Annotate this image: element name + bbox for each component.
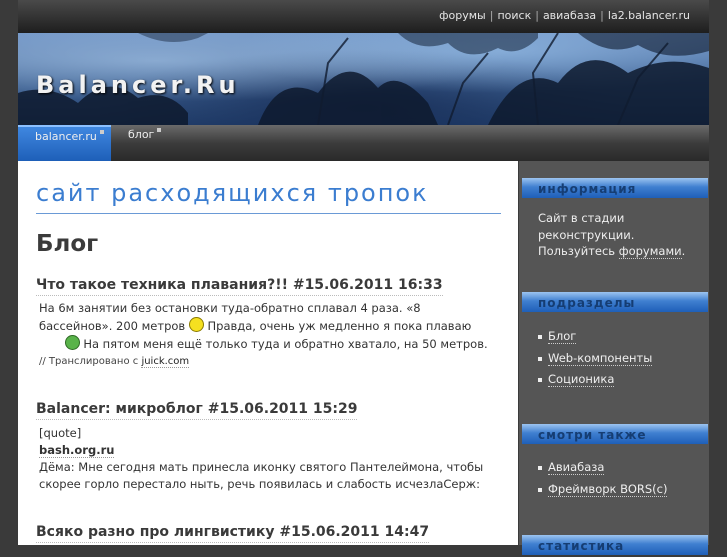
nav-item-blog[interactable]: блог [111,125,162,161]
post-title-link[interactable]: Что такое техника плавания?!! #15.06.201… [36,277,443,296]
nav-item-label: balancer.ru [35,130,97,143]
sidebar-item: Web-компоненты [538,350,698,367]
sidebar-heading-see-also: смотри также [522,424,708,444]
smiley-icon [188,317,204,332]
sidebar-heading-stats: статистика [522,535,708,555]
sidebar-item: Авиабаза [538,459,698,476]
site-title[interactable]: Balancer.Ru [36,71,240,99]
laughing-smiley-icon [64,335,80,350]
nav-item-label: блог [128,128,155,141]
post-text: Дёма: Мне сегодня мать принесла иконку с… [39,460,484,491]
sidebar-see-also: Авиабаза Фреймворк BORS(c) [538,459,698,502]
sidebar-link-blog[interactable]: Блог [548,329,577,344]
sidebar-link-socionics[interactable]: Соционика [548,372,615,387]
sidebar-heading-info: информация [522,178,708,198]
separator: | [535,9,539,22]
header-banner: Balancer.Ru [18,33,709,125]
sidebar: информация Сайт в стадии реконструкции. … [519,161,709,555]
sidebar-item: Соционика [538,371,698,388]
sidebar-sections: Блог Web-компоненты Соционика [538,328,698,393]
page-edge [709,0,727,545]
forums-link[interactable]: форумами [618,244,682,259]
main-nav: balancer.ru блог [18,125,709,161]
sidebar-heading-sections: подразделы [522,292,708,312]
post-title-link[interactable]: Всяко разно про лингвистику #15.06.2011 … [36,524,430,543]
sidebar-link-web-components[interactable]: Web-компоненты [548,350,653,366]
page-title: Блог [36,231,99,257]
separator: | [600,9,604,22]
post-meta: // Транслировано с juick.com [39,353,494,370]
top-link-la2[interactable]: la2.balancer.ru [608,9,690,22]
bullet-icon [99,130,104,134]
top-bar: форумы | поиск | авиабаза | la2.balancer.ru [18,0,709,33]
main-content: сайт расходящихся тропок Блог Что такое … [18,161,518,545]
meta-prefix: // Транслировано с [39,356,142,367]
source-link[interactable]: juick.com [141,356,190,368]
post-body: [quote] bash.org.ru Дёма: Мне сегодня ма… [39,425,494,493]
site-heading: сайт расходящихся тропок [36,179,501,214]
top-link-aviabase[interactable]: авиабаза [543,9,596,22]
nav-item-balancer[interactable]: balancer.ru [18,125,111,161]
post-body: На 6м занятии без остановки туда-обратно… [39,300,494,370]
top-link-forums[interactable]: форумы [439,9,486,22]
separator: | [489,9,494,22]
post-title-link[interactable]: Balancer: микроблог #15.06.2011 15:29 [36,401,358,420]
top-link-search[interactable]: поиск [497,9,531,22]
bullet-icon [157,128,162,132]
post-text: Правда, очень уж медленно я пока плаваю [207,319,472,333]
sidebar-link-bors[interactable]: Фреймворк BORS(c) [548,481,668,497]
post-text: На пятом меня ещё только туда и обратно … [83,337,488,351]
source-link[interactable]: bash.org.ru [39,443,115,458]
sidebar-link-aviabase[interactable]: Авиабаза [548,460,605,475]
top-links: форумы | поиск | авиабаза | la2.balancer.ru [439,9,690,22]
info-text: . [681,244,686,258]
sidebar-item: Блог [538,328,698,345]
quote-tag: [quote] [39,426,82,440]
sidebar-info-text: Сайт в стадии реконструкции. Пользуйтесь… [538,210,698,260]
sidebar-item: Фреймворк BORS(c) [538,481,698,498]
